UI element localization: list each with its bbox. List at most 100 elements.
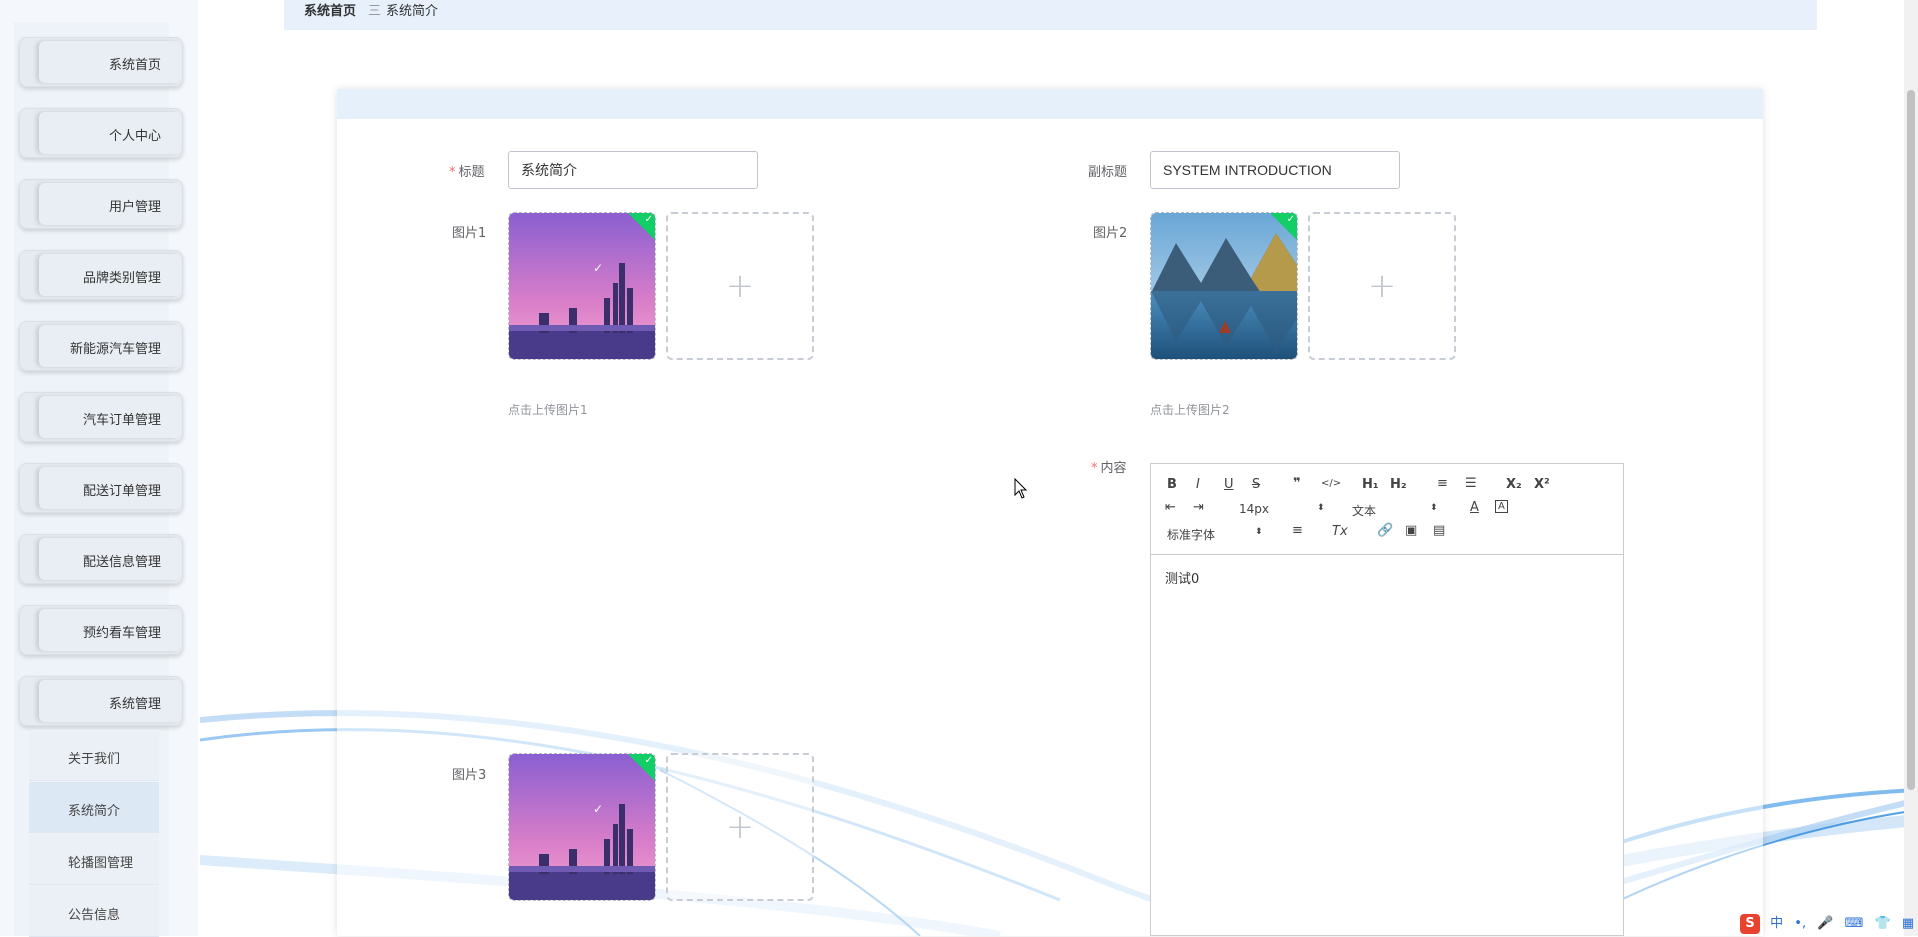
content-label: * 内容 (1091, 461, 1127, 476)
submenu-item-label: 关于我们 (68, 752, 121, 767)
check-icon: ✓ (644, 755, 653, 766)
sidebar-item-label: 配送订单管理 (82, 484, 161, 499)
sidebar-item-appointments[interactable]: 预约看车管理 (19, 605, 183, 655)
ordered-list-button[interactable]: ≡ (1437, 476, 1448, 491)
image3-upload-button[interactable]: + (666, 753, 814, 901)
scrollbar-thumb[interactable] (1907, 90, 1915, 790)
breadcrumb: 系统首页 三 系统简介 (284, 0, 1817, 30)
sidebar-item-label: 汽车订单管理 (82, 413, 161, 428)
mouse-cursor-icon (1014, 478, 1028, 499)
outdent-icon[interactable]: ⇤ (1165, 500, 1176, 515)
city-skyline-image (509, 213, 655, 359)
image2-label: 图片2 (1093, 226, 1128, 241)
submenu-item-label: 公告信息 (68, 908, 121, 923)
superscript-button[interactable]: X² (1534, 477, 1550, 492)
sidebar-item-label: 品牌类别管理 (82, 271, 161, 286)
sidebar-item-label: 用户管理 (108, 200, 161, 215)
strike-button[interactable]: S (1252, 477, 1260, 492)
select-arrows-icon: ⬍ (1317, 503, 1325, 513)
h2-button[interactable]: H₂ (1390, 477, 1407, 492)
sidebar-item-system[interactable]: 系统管理 (19, 676, 183, 726)
underline-button[interactable]: U (1224, 477, 1234, 492)
font-size-select[interactable]: 14px ⬍ (1239, 502, 1325, 516)
ime-toolbar: S 中 •, 🎤 ⌨ 👕 ▦ (1740, 912, 1918, 934)
indent-icon[interactable]: ⇥ (1193, 500, 1204, 515)
h1-button[interactable]: H₁ (1362, 477, 1379, 492)
bold-button[interactable]: B (1167, 477, 1177, 492)
breadcrumb-current: 系统简介 (386, 4, 439, 19)
check-icon: ✓ (644, 214, 653, 225)
check-icon: ✓ (1286, 214, 1295, 225)
plus-icon: + (725, 807, 755, 847)
sidebar-item-delivery-info[interactable]: 配送信息管理 (19, 534, 183, 584)
background-color-icon[interactable]: A (1495, 500, 1508, 513)
submenu-item-system-intro[interactable]: 系统简介 (29, 782, 159, 833)
card-header (337, 89, 1763, 119)
submenu-item-about[interactable]: 关于我们 (29, 730, 159, 781)
submenu-item-label: 轮播图管理 (68, 856, 134, 871)
rich-text-editor: B I U S ❞ </> H₁ H₂ ≡ ☰ X₂ X² ⇤ ⇥ 14px ⬍ … (1150, 463, 1624, 936)
align-left-icon[interactable]: ≡ (1292, 523, 1303, 538)
sidebar-item-label: 新能源汽车管理 (69, 342, 161, 357)
italic-button[interactable]: I (1196, 477, 1200, 492)
subscript-button[interactable]: X₂ (1506, 477, 1522, 492)
code-button[interactable]: </> (1321, 478, 1341, 489)
mountain-lake-image (1151, 213, 1297, 359)
image3-label: 图片3 (452, 768, 487, 783)
sidebar-item-profile[interactable]: 个人中心 (19, 108, 183, 158)
skin-icon[interactable]: 👕 (1874, 916, 1890, 931)
sidebar-item-label: 个人中心 (108, 129, 161, 144)
menu-grid-icon[interactable]: ▦ (1902, 916, 1914, 931)
plus-icon: + (1367, 266, 1397, 306)
select-arrows-icon: ⬍ (1430, 503, 1438, 513)
city-skyline-image (509, 754, 655, 900)
sidebar-item-ev[interactable]: 新能源汽车管理 (19, 321, 183, 371)
sidebar-item-car-orders[interactable]: 汽车订单管理 (19, 392, 183, 442)
sidebar: 系统首页 个人中心 用户管理 品牌类别管理 新能源汽车管理 汽车订单管理 配送订… (0, 0, 198, 937)
sidebar-item-home[interactable]: 系统首页 (19, 37, 183, 87)
sidebar-item-label: 系统管理 (108, 697, 161, 712)
sidebar-item-label: 系统首页 (108, 58, 161, 73)
image1-thumbnail[interactable]: ✓ ✓ (508, 212, 656, 360)
required-mark: * (449, 165, 456, 180)
sidebar-item-label: 配送信息管理 (82, 555, 161, 570)
sogou-logo-icon[interactable]: S (1740, 914, 1760, 934)
image-icon[interactable]: ▣ (1405, 523, 1417, 538)
clear-format-button[interactable]: Tx (1332, 524, 1348, 539)
editor-toolbar: B I U S ❞ </> H₁ H₂ ≡ ☰ X₂ X² ⇤ ⇥ 14px ⬍ … (1151, 464, 1623, 555)
image1-label: 图片1 (452, 226, 487, 241)
breadcrumb-home[interactable]: 系统首页 (304, 0, 356, 19)
ime-punct[interactable]: •, (1794, 916, 1806, 931)
video-icon[interactable]: ▤ (1433, 523, 1445, 538)
image3-thumbnail[interactable]: ✓ ✓ (508, 753, 656, 901)
quote-button[interactable]: ❞ (1293, 476, 1301, 491)
image2-hint: 点击上传图片2 (1150, 403, 1230, 417)
font-family-select[interactable]: 标准字体 ⬍ (1167, 526, 1267, 543)
breadcrumb-separator: 三 (368, 4, 382, 19)
page-scrollbar[interactable] (1904, 0, 1918, 936)
sidebar-item-delivery-orders[interactable]: 配送订单管理 (19, 463, 183, 513)
image2-upload-button[interactable]: + (1308, 212, 1456, 360)
plus-icon: + (725, 266, 755, 306)
submenu-item-notice[interactable]: 公告信息 (29, 886, 159, 937)
sidebar-item-label: 预约看车管理 (82, 626, 161, 641)
header-select[interactable]: 文本 ⬍ (1352, 502, 1438, 519)
submenu-item-carousel[interactable]: 轮播图管理 (29, 834, 159, 885)
font-color-icon[interactable]: A (1470, 500, 1479, 515)
link-icon[interactable]: 🔗 (1377, 523, 1393, 538)
microphone-icon[interactable]: 🎤 (1817, 916, 1833, 931)
keyboard-icon[interactable]: ⌨ (1845, 916, 1864, 931)
ime-lang[interactable]: 中 (1770, 916, 1783, 931)
select-arrows-icon: ⬍ (1255, 527, 1263, 537)
editor-content[interactable]: 测试0 (1165, 568, 1199, 587)
title-input[interactable] (508, 151, 758, 189)
sidebar-item-brand-category[interactable]: 品牌类别管理 (19, 250, 183, 300)
image1-upload-button[interactable]: + (666, 212, 814, 360)
bullet-list-button[interactable]: ☰ (1465, 476, 1477, 491)
image1-hint: 点击上传图片1 (508, 403, 588, 417)
subtitle-input[interactable] (1150, 151, 1400, 189)
check-icon: ✓ (593, 261, 604, 275)
sidebar-item-users[interactable]: 用户管理 (19, 179, 183, 229)
title-label: * 标题 (449, 165, 485, 180)
image2-thumbnail[interactable]: ✓ (1150, 212, 1298, 360)
